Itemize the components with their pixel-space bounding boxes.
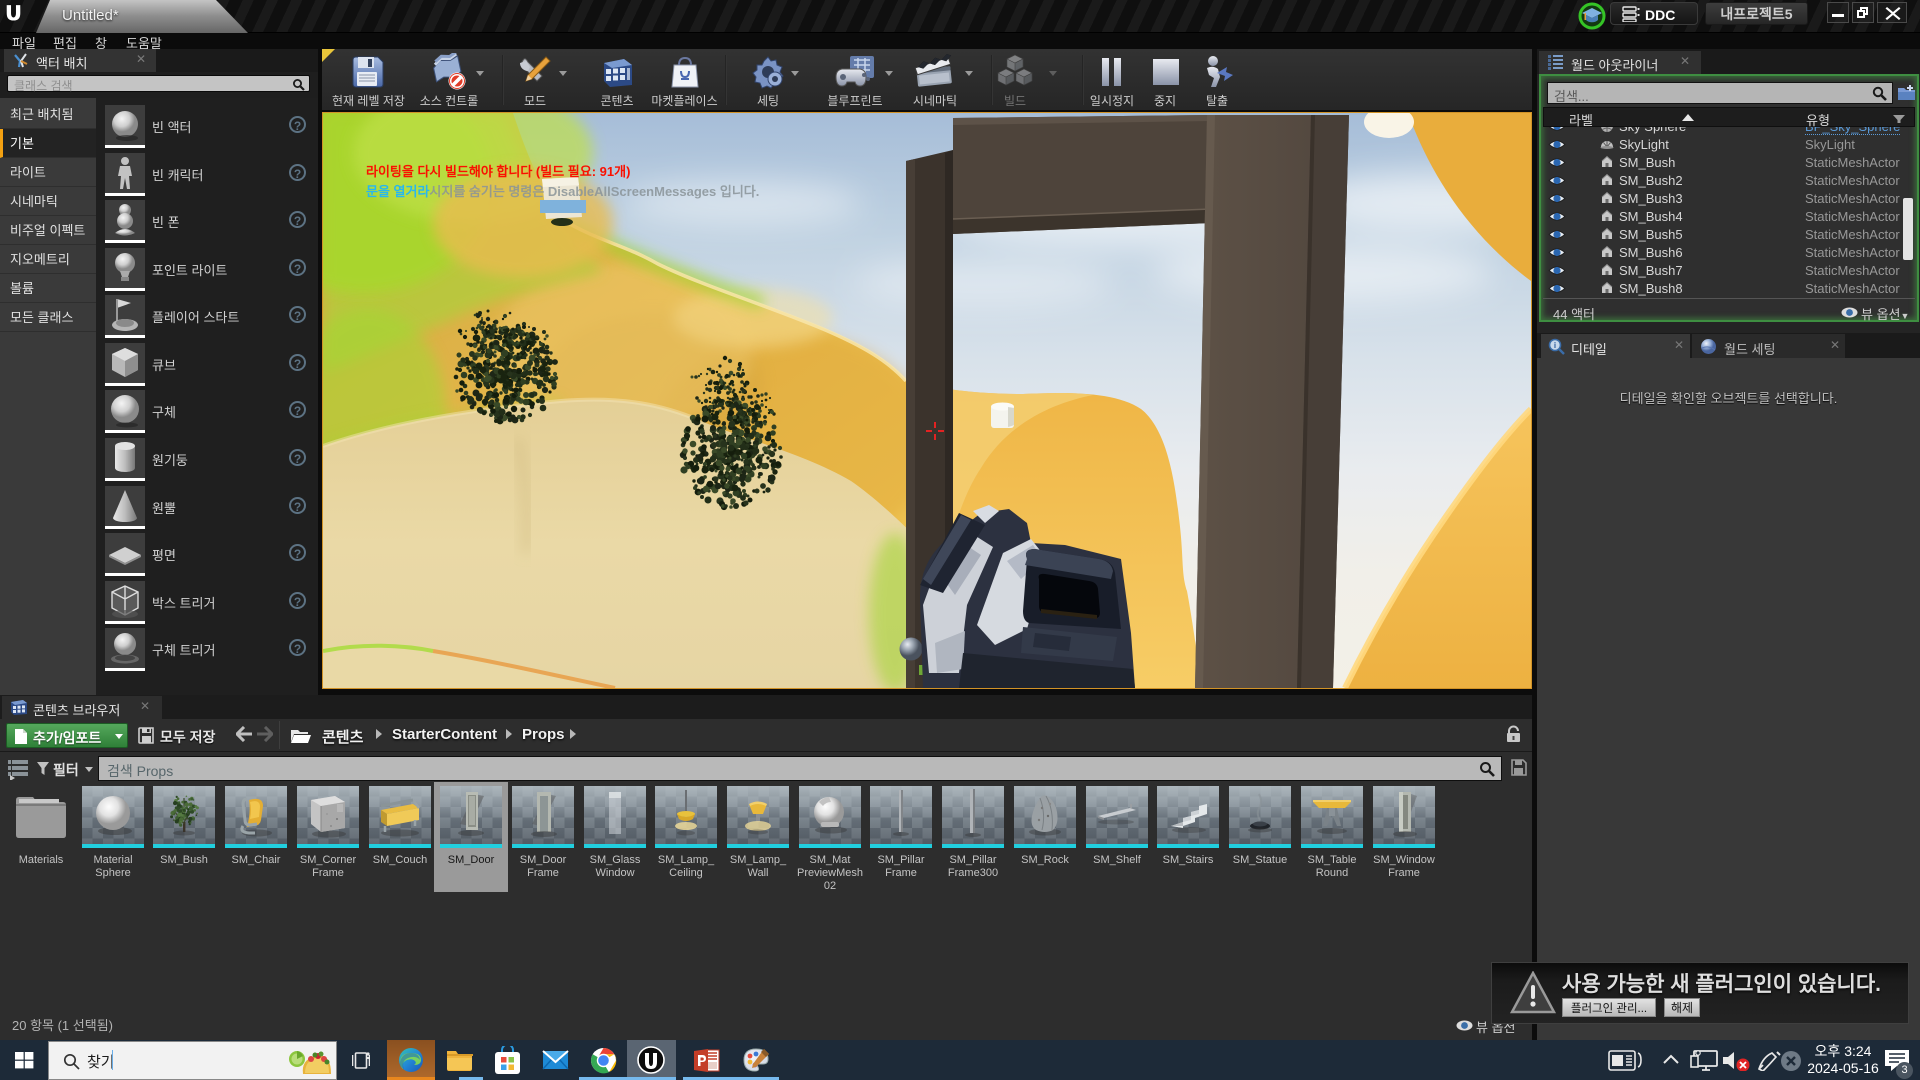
svg-text:라이팅을 다시 빌드해야 합니다 (빌드 필요: 91개): 라이팅을 다시 빌드해야 합니다 (빌드 필요: 91개)	[366, 164, 630, 179]
svg-text:문을 열거라시지를 숨기는 명령은 DisableAllSc: 문을 열거라시지를 숨기는 명령은 DisableAllScreenMessag…	[366, 184, 759, 199]
svg-text:i: i	[1554, 341, 1556, 350]
